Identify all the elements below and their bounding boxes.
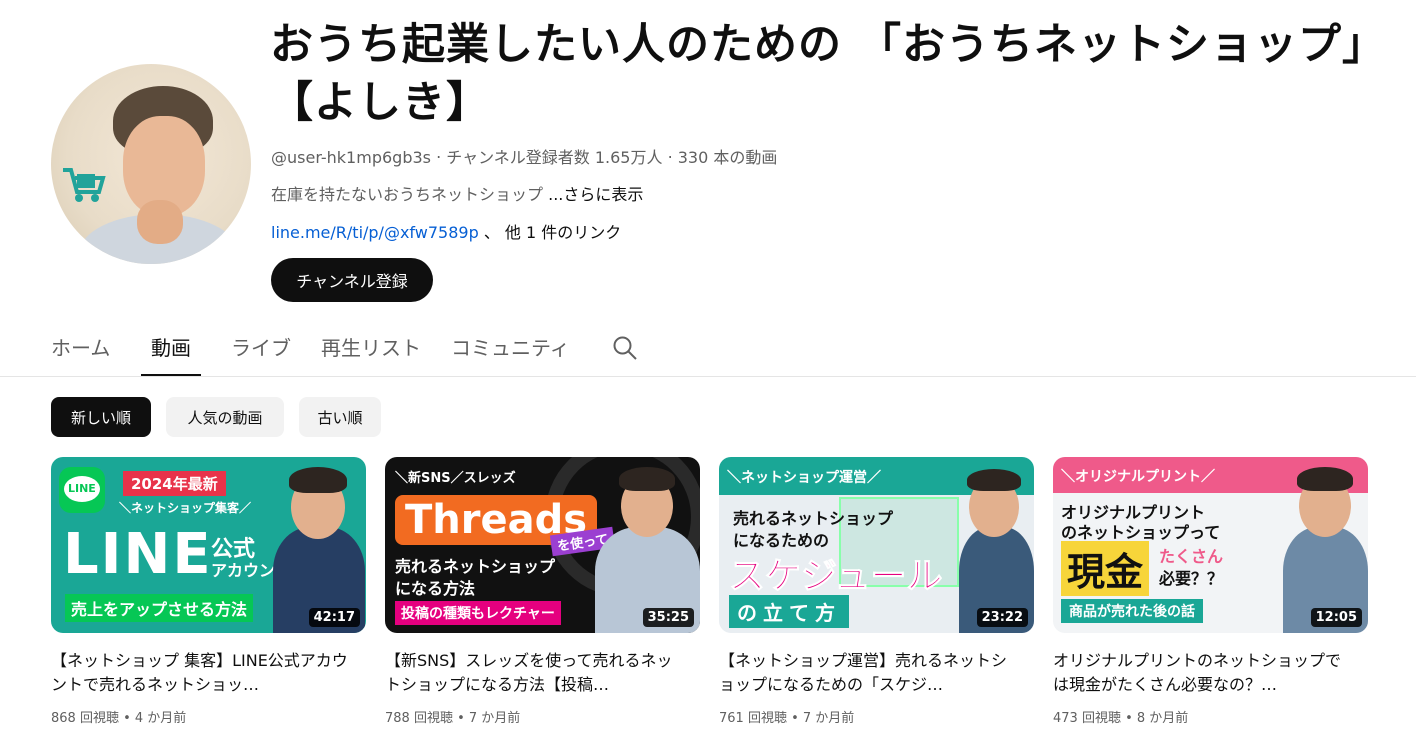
meta-dot: • xyxy=(1125,711,1137,726)
subscribe-button[interactable]: チャンネル登録 xyxy=(271,258,433,302)
thumb-bottom-text: 商品が売れた後の話 xyxy=(1061,599,1203,623)
thumb-badge: 2024年最新 xyxy=(123,471,226,496)
tab-playlists[interactable]: 再生リスト xyxy=(321,332,421,376)
video-title[interactable]: オリジナルプリントのネットショップでは現金がたくさん必要なの？… xyxy=(1053,649,1353,697)
thumb-bottom-text: の立て方 xyxy=(729,595,849,628)
meta-dot: • xyxy=(791,711,803,726)
thumb-person-hair xyxy=(619,467,675,491)
channel-title: おうち起業したい人のための 「おうちネットショップ」【よしき】 xyxy=(270,20,1386,128)
channel-handle: @user-hk1mp6gb3s xyxy=(271,148,431,167)
thumb-person-hair xyxy=(967,469,1021,491)
thumb-side-text: 必要？？ xyxy=(1159,569,1224,588)
avatar-hand xyxy=(137,200,183,244)
video-count: 330 本の動画 xyxy=(677,148,778,167)
tab-videos[interactable]: 動画 xyxy=(141,332,201,376)
video-thumbnail[interactable]: ＼オリジナルプリント／ オリジナルプリント のネットショップって 現金 たくさん… xyxy=(1053,457,1368,633)
video-duration: 12:05 xyxy=(1310,608,1362,627)
meta-separator: ‧ xyxy=(667,148,678,167)
video-meta: 473 回視聴 • 8 か月前 xyxy=(1053,707,1188,726)
upload-age: 7 か月前 xyxy=(468,711,521,726)
tab-community[interactable]: コミュニティ xyxy=(451,332,570,376)
channel-avatar[interactable] xyxy=(51,64,251,264)
video-title[interactable]: 【ネットショップ 集客】LINE公式アカウントで売れるネットショッ… xyxy=(51,649,351,697)
channel-link[interactable]: line.me/R/ti/p/@xfw7589p xyxy=(271,223,479,242)
chip-oldest[interactable]: 古い順 xyxy=(299,397,381,437)
thumb-subtitle: ＼ネットショップ集客／ xyxy=(119,501,252,515)
thumb-side-text: たくさん xyxy=(1159,547,1224,566)
video-thumbnail[interactable]: ＼新SNS／スレッズ Threads を使って 売れるネットショップ になる方法… xyxy=(385,457,700,633)
video-thumbnail[interactable]: LINE 2024年最新 ＼ネットショップ集客／ LINE 公式 アカウントで … xyxy=(51,457,366,633)
video-meta: 761 回視聴 • 7 か月前 xyxy=(719,707,854,726)
other-links[interactable]: 、 他 1 件のリンク xyxy=(484,223,621,242)
video-card[interactable]: LINE 2024年最新 ＼ネットショップ集客／ LINE 公式 アカウントで … xyxy=(51,457,366,747)
upload-age: 4 か月前 xyxy=(134,711,187,726)
thumb-mid-text: 売れるネットショップ xyxy=(395,557,556,576)
thumb-headline: スケジュール xyxy=(728,556,943,598)
video-duration: 35:25 xyxy=(642,608,694,627)
video-card[interactable]: ＼ネットショップ運営／ 売れるネットショップ になるための スケジュール の立て… xyxy=(719,457,1034,747)
view-count: 473 回視聴 xyxy=(1053,711,1121,726)
meta-dot: • xyxy=(457,711,469,726)
video-title[interactable]: 【新SNS】スレッズを使って売れるネットショップになる方法【投稿… xyxy=(385,649,685,697)
subscriber-count: チャンネル登録者数 1.65万人 xyxy=(446,148,663,167)
upload-age: 8 か月前 xyxy=(1136,711,1189,726)
video-thumbnail[interactable]: ＼ネットショップ運営／ 売れるネットショップ になるための スケジュール の立て… xyxy=(719,457,1034,633)
video-meta: 788 回視聴 • 7 か月前 xyxy=(385,707,520,726)
thumb-headline: LINE xyxy=(63,522,213,587)
video-title[interactable]: 【ネットショップ運営】売れるネットショップになるための「スケジ… xyxy=(719,649,1019,697)
thumb-bottom-text: 売上をアップさせる方法 xyxy=(65,594,254,622)
view-count: 761 回視聴 xyxy=(719,711,787,726)
search-icon[interactable] xyxy=(612,335,638,361)
chip-newest[interactable]: 新しい順 xyxy=(51,397,151,437)
video-duration: 23:22 xyxy=(976,608,1028,627)
thumb-person-hair xyxy=(1297,467,1353,491)
video-meta: 868 回視聴 • 4 か月前 xyxy=(51,707,186,726)
view-count: 868 回視聴 xyxy=(51,711,119,726)
chip-popular[interactable]: 人気の動画 xyxy=(166,397,284,437)
video-duration: 42:17 xyxy=(308,608,360,627)
channel-meta: @user-hk1mp6gb3s ‧ チャンネル登録者数 1.65万人 ‧ 33… xyxy=(271,144,777,168)
view-count: 788 回視聴 xyxy=(385,711,453,726)
channel-links: line.me/R/ti/p/@xfw7589p 、 他 1 件のリンク xyxy=(271,219,621,243)
description-text: 在庫を持たないおうちネットショップ xyxy=(271,185,544,204)
meta-dot: • xyxy=(123,711,135,726)
shop-cart-icon xyxy=(63,168,106,202)
thumb-subtitle: ＼新SNS／スレッズ xyxy=(395,471,516,486)
thumb-person-hair xyxy=(289,467,347,493)
video-card[interactable]: ＼オリジナルプリント／ オリジナルプリント のネットショップって 現金 たくさん… xyxy=(1053,457,1368,747)
line-logo-icon: LINE xyxy=(59,467,105,513)
tab-live[interactable]: ライブ xyxy=(231,332,291,376)
meta-separator: ‧ xyxy=(436,148,447,167)
channel-description[interactable]: 在庫を持たないおうちネットショップ ...さらに表示 xyxy=(271,181,643,205)
thumb-headline: 現金 xyxy=(1061,541,1150,596)
channel-tabs: ホーム 動画 ライブ 再生リスト コミュニティ xyxy=(0,322,1416,377)
thumb-subtitle: ＼オリジナルプリント／ xyxy=(1061,469,1215,485)
show-more-link[interactable]: ...さらに表示 xyxy=(548,185,643,204)
thumb-bottom-text: 投稿の種類もレクチャー xyxy=(395,601,561,625)
tab-home[interactable]: ホーム xyxy=(51,332,110,376)
thumb-mid-text: 売れるネットショップ xyxy=(733,509,894,528)
video-card[interactable]: ＼新SNS／スレッズ Threads を使って 売れるネットショップ になる方法… xyxy=(385,457,700,747)
thumb-mid-text: になる方法 xyxy=(395,579,476,598)
upload-age: 7 か月前 xyxy=(802,711,855,726)
thumb-mid-text: のネットショップって xyxy=(1061,523,1221,542)
thumb-subtitle: ＼ネットショップ運営／ xyxy=(727,470,881,486)
